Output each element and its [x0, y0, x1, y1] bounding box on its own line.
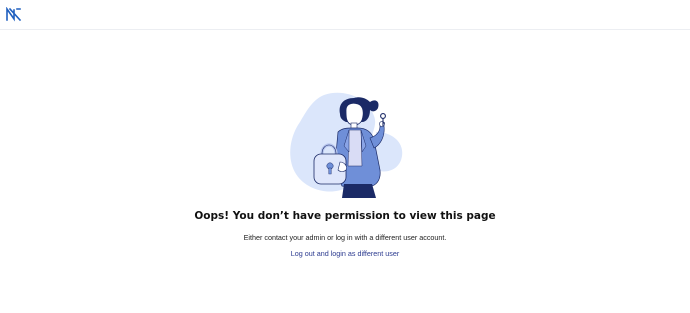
- error-message: Either contact your admin or log in with…: [243, 233, 447, 242]
- permission-denied-page: Oops! You don’t have permission to view …: [0, 0, 690, 313]
- page-title: Oops! You don’t have permission to view …: [194, 210, 496, 222]
- brand-logo-icon[interactable]: [5, 7, 22, 22]
- face-shape: [345, 102, 364, 126]
- locked-padlock-person-illustration: [290, 92, 403, 198]
- top-header-bar: [0, 0, 690, 30]
- link-container: Log out and login as different user: [0, 249, 690, 258]
- logout-login-link[interactable]: Log out and login as different user: [291, 249, 400, 258]
